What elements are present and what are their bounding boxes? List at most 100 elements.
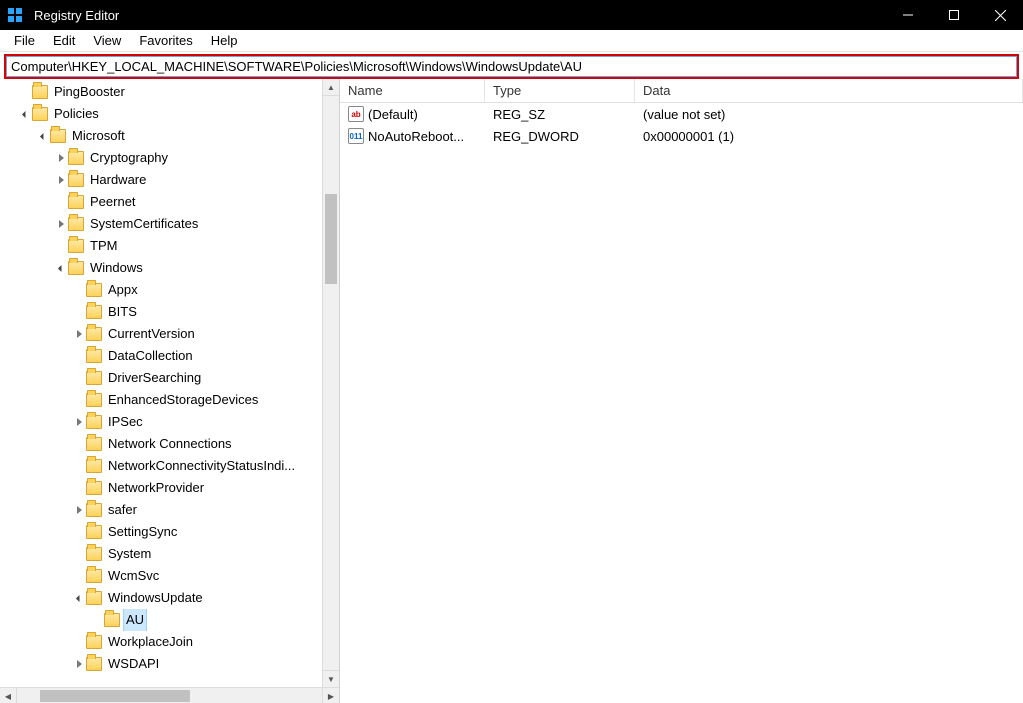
folder-icon bbox=[86, 393, 102, 407]
scroll-right-arrow-icon[interactable]: ▶ bbox=[322, 688, 339, 703]
tree-item-label: EnhancedStorageDevices bbox=[106, 389, 260, 411]
chevron-right-icon[interactable] bbox=[72, 330, 86, 338]
tree-item[interactable]: DriverSearching bbox=[0, 367, 339, 389]
tree-item[interactable]: WcmSvc bbox=[0, 565, 339, 587]
folder-icon bbox=[32, 85, 48, 99]
tree-horizontal-scrollbar[interactable]: ◀ ▶ bbox=[0, 687, 339, 703]
chevron-right-icon[interactable] bbox=[72, 418, 86, 426]
tree-item[interactable]: Appx bbox=[0, 279, 339, 301]
tree-item[interactable]: EnhancedStorageDevices bbox=[0, 389, 339, 411]
folder-icon bbox=[86, 635, 102, 649]
tree-item[interactable]: Network Connections bbox=[0, 433, 339, 455]
minimize-button[interactable] bbox=[885, 0, 931, 30]
chevron-right-icon[interactable] bbox=[72, 506, 86, 514]
chevron-down-icon[interactable] bbox=[18, 112, 32, 117]
folder-icon bbox=[32, 107, 48, 121]
tree-item-label: Network Connections bbox=[106, 433, 234, 455]
menu-file[interactable]: File bbox=[6, 31, 43, 50]
column-header-name[interactable]: Name bbox=[340, 79, 485, 102]
folder-icon bbox=[68, 195, 84, 209]
tree-item[interactable]: WindowsUpdate bbox=[0, 587, 339, 609]
chevron-down-icon[interactable] bbox=[36, 134, 50, 139]
chevron-right-icon[interactable] bbox=[54, 154, 68, 162]
hscroll-thumb[interactable] bbox=[40, 690, 190, 702]
tree-item-label: Peernet bbox=[88, 191, 138, 213]
folder-icon bbox=[86, 569, 102, 583]
folder-icon bbox=[50, 129, 66, 143]
tree-item[interactable]: NetworkProvider bbox=[0, 477, 339, 499]
list-body: ab(Default)REG_SZ(value not set)011NoAut… bbox=[340, 103, 1023, 147]
tree-item-label: TPM bbox=[88, 235, 119, 257]
tree-vertical-scrollbar[interactable]: ▲ ▼ bbox=[322, 79, 339, 687]
tree-item[interactable]: PingBooster bbox=[0, 81, 339, 103]
value-name: NoAutoReboot... bbox=[368, 129, 464, 144]
app-icon bbox=[0, 7, 30, 23]
tree-item[interactable]: Hardware bbox=[0, 169, 339, 191]
tree-item-label: PingBooster bbox=[52, 81, 127, 103]
tree-item-label: Appx bbox=[106, 279, 140, 301]
vscroll-thumb[interactable] bbox=[325, 194, 337, 284]
tree-item-label: Policies bbox=[52, 103, 101, 125]
tree-item[interactable]: Microsoft bbox=[0, 125, 339, 147]
folder-icon bbox=[68, 239, 84, 253]
tree-item-label: Cryptography bbox=[88, 147, 170, 169]
tree-item[interactable]: Peernet bbox=[0, 191, 339, 213]
column-header-type[interactable]: Type bbox=[485, 79, 635, 102]
value-name: (Default) bbox=[368, 107, 418, 122]
list-row[interactable]: ab(Default)REG_SZ(value not set) bbox=[340, 103, 1023, 125]
tree-item[interactable]: NetworkConnectivityStatusIndi... bbox=[0, 455, 339, 477]
tree-item-label: WindowsUpdate bbox=[106, 587, 205, 609]
tree-item-label: NetworkProvider bbox=[106, 477, 206, 499]
menu-edit[interactable]: Edit bbox=[45, 31, 83, 50]
chevron-right-icon[interactable] bbox=[54, 220, 68, 228]
chevron-down-icon[interactable] bbox=[72, 596, 86, 601]
folder-icon bbox=[86, 371, 102, 385]
folder-icon bbox=[86, 305, 102, 319]
scroll-up-arrow-icon[interactable]: ▲ bbox=[323, 79, 339, 96]
chevron-down-icon[interactable] bbox=[54, 266, 68, 271]
chevron-right-icon[interactable] bbox=[54, 176, 68, 184]
chevron-right-icon[interactable] bbox=[72, 660, 86, 668]
tree-item[interactable]: SettingSync bbox=[0, 521, 339, 543]
tree-item[interactable]: IPSec bbox=[0, 411, 339, 433]
tree-item[interactable]: WSDAPI bbox=[0, 653, 339, 675]
tree-item[interactable]: AU bbox=[0, 609, 339, 631]
addressbar-input[interactable] bbox=[6, 56, 1017, 77]
list-header[interactable]: Name Type Data bbox=[340, 79, 1023, 103]
tree-item[interactable]: WorkplaceJoin bbox=[0, 631, 339, 653]
registry-tree[interactable]: PingBoosterPoliciesMicrosoftCryptography… bbox=[0, 81, 339, 675]
menu-help[interactable]: Help bbox=[203, 31, 246, 50]
tree-item[interactable]: Windows bbox=[0, 257, 339, 279]
tree-item[interactable]: DataCollection bbox=[0, 345, 339, 367]
cell-data: 0x00000001 (1) bbox=[635, 129, 1023, 144]
menubar: File Edit View Favorites Help bbox=[0, 30, 1023, 52]
maximize-button[interactable] bbox=[931, 0, 977, 30]
tree-item-label: System bbox=[106, 543, 153, 565]
folder-icon bbox=[86, 415, 102, 429]
binary-value-icon: 011 bbox=[348, 128, 364, 144]
scroll-left-arrow-icon[interactable]: ◀ bbox=[0, 688, 17, 703]
tree-item[interactable]: System bbox=[0, 543, 339, 565]
tree-item[interactable]: Policies bbox=[0, 103, 339, 125]
scroll-down-arrow-icon[interactable]: ▼ bbox=[323, 670, 339, 687]
cell-name: ab(Default) bbox=[340, 106, 485, 122]
list-pane: Name Type Data ab(Default)REG_SZ(value n… bbox=[340, 79, 1023, 703]
menu-view[interactable]: View bbox=[85, 31, 129, 50]
tree-item[interactable]: BITS bbox=[0, 301, 339, 323]
tree-item-label: NetworkConnectivityStatusIndi... bbox=[106, 455, 297, 477]
cell-name: 011 NoAutoReboot... bbox=[340, 128, 485, 144]
tree-item[interactable]: TPM bbox=[0, 235, 339, 257]
tree-item[interactable]: CurrentVersion bbox=[0, 323, 339, 345]
tree-item-label: CurrentVersion bbox=[106, 323, 197, 345]
cell-type: REG_SZ bbox=[485, 107, 635, 122]
list-row[interactable]: 011NoAutoReboot...REG_DWORD0x00000001 (1… bbox=[340, 125, 1023, 147]
tree-item-label: SystemCertificates bbox=[88, 213, 200, 235]
close-button[interactable] bbox=[977, 0, 1023, 30]
tree-item-label: IPSec bbox=[106, 411, 145, 433]
menu-favorites[interactable]: Favorites bbox=[131, 31, 200, 50]
tree-item[interactable]: Cryptography bbox=[0, 147, 339, 169]
folder-icon bbox=[86, 349, 102, 363]
column-header-data[interactable]: Data bbox=[635, 79, 1023, 102]
tree-item[interactable]: SystemCertificates bbox=[0, 213, 339, 235]
tree-item[interactable]: safer bbox=[0, 499, 339, 521]
